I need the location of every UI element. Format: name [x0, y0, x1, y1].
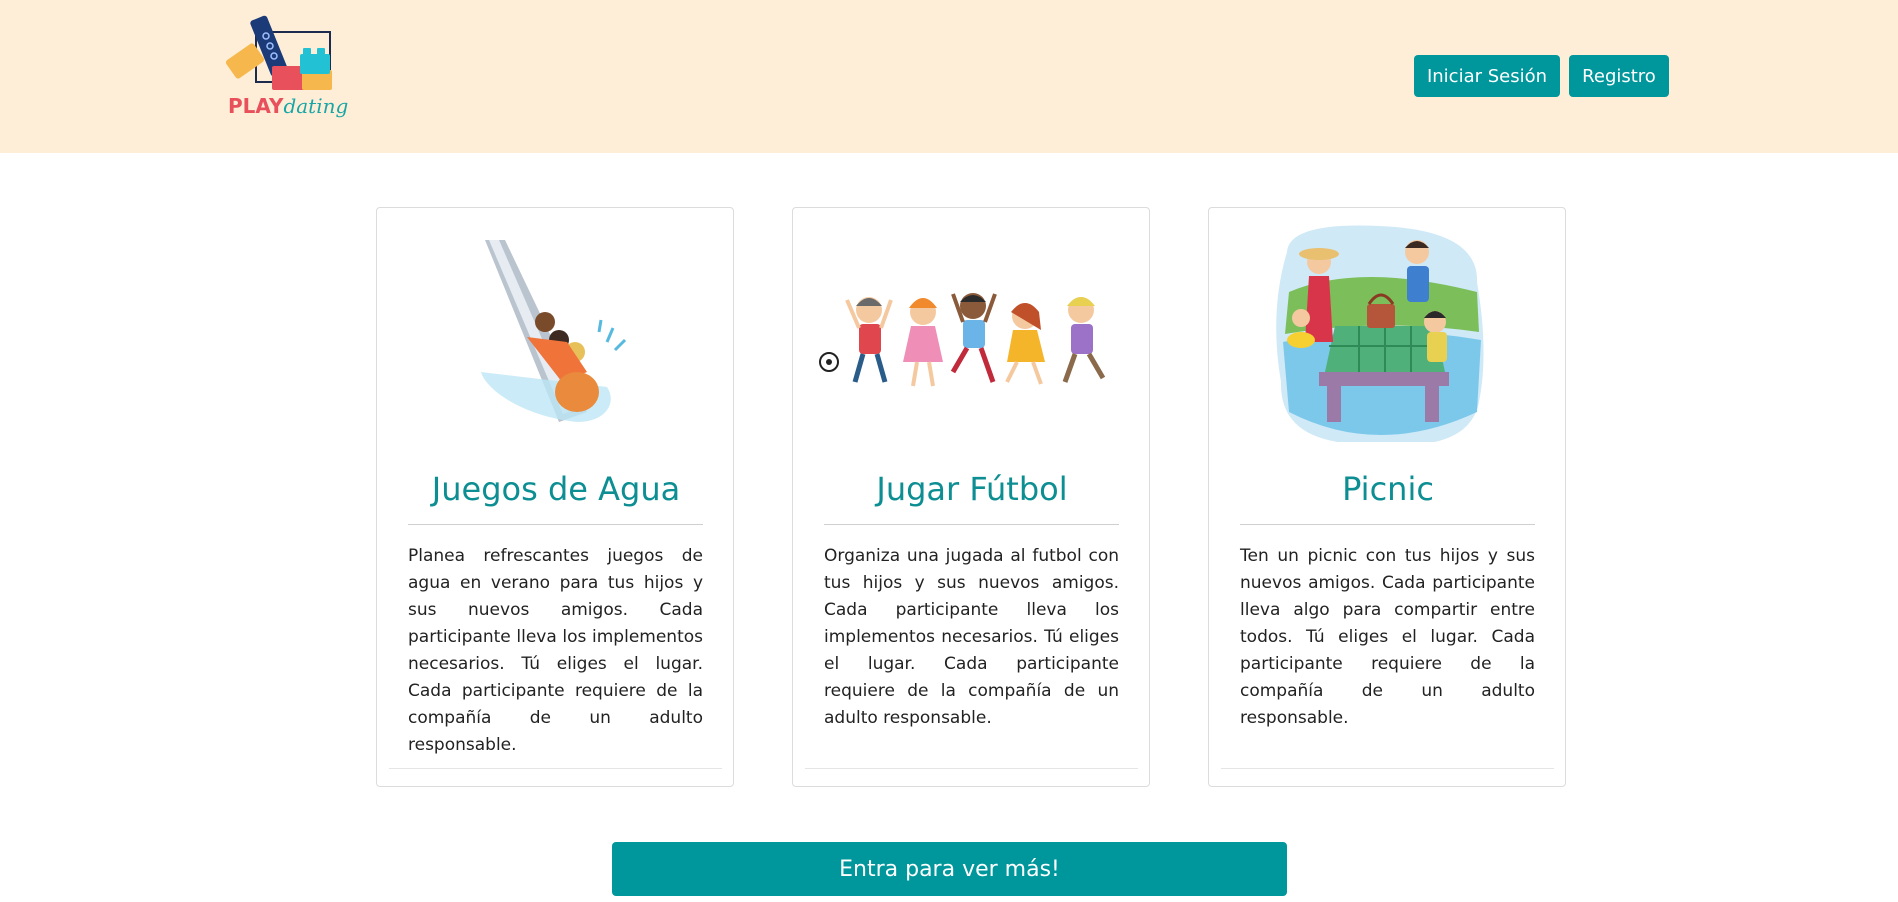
- logo-text: PLAYdating: [228, 94, 348, 118]
- card-divider: [408, 524, 703, 525]
- card-title: Jugar Fútbol: [876, 470, 1068, 508]
- enter-cta-button[interactable]: Entra para ver más!: [612, 842, 1287, 896]
- logo-dating-text: dating: [283, 94, 349, 118]
- logo-play-text: PLAY: [228, 94, 284, 118]
- water-slide-illustration: [481, 240, 627, 422]
- card-title: Juegos de Agua: [431, 470, 681, 508]
- activity-card-water-games: Juegos de Agua Planea refrescantes juego…: [376, 207, 734, 787]
- card-title: Picnic: [1342, 470, 1434, 508]
- site-header: PLAYdating Iniciar Sesión Registro: [0, 0, 1898, 153]
- card-description: Ten un picnic con tus hijos y sus nuevos…: [1240, 546, 1535, 728]
- kids-soccer-illustration: [819, 293, 1106, 387]
- blocks-logo-icon: [225, 15, 332, 90]
- card-description: Organiza una jugada al futbol con tus hi…: [824, 546, 1119, 728]
- card-footer: [389, 768, 722, 769]
- card-description: Planea refrescantes juegos de agua en ve…: [408, 546, 703, 755]
- activity-card-soccer: Jugar Fútbol Organiza una jugada al futb…: [792, 207, 1150, 787]
- card-divider: [824, 524, 1119, 525]
- login-button[interactable]: Iniciar Sesión: [1414, 55, 1560, 97]
- register-button[interactable]: Registro: [1569, 55, 1669, 97]
- playdating-logo[interactable]: PLAYdating: [222, 14, 358, 130]
- card-footer: [805, 768, 1138, 769]
- card-divider: [1240, 524, 1535, 525]
- card-footer: [1221, 768, 1554, 769]
- activity-card-picnic: Picnic Ten un picnic con tus hijos y sus…: [1208, 207, 1566, 787]
- picnic-illustration: [1276, 225, 1484, 442]
